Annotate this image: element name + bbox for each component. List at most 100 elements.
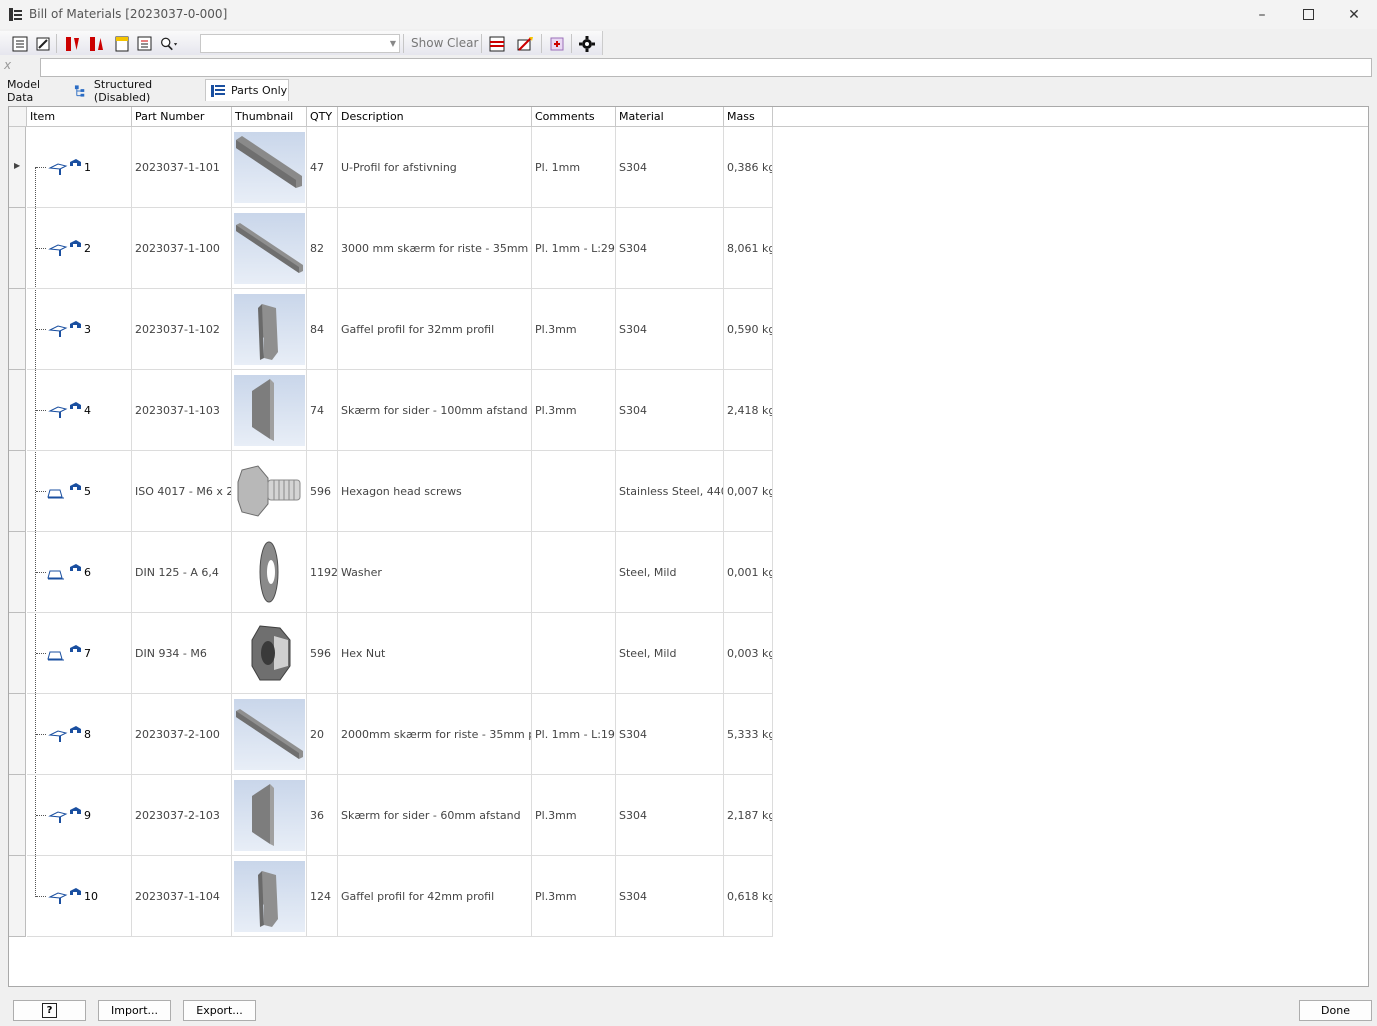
cell-thumbnail[interactable] [232,208,307,289]
cell-comments[interactable]: Pl.3mm [532,775,616,856]
table-row[interactable]: 8 2023037-2-100 20 2000mm skærm for riste -… [9,694,1368,775]
show-button[interactable]: Show [411,36,443,50]
cell-comments[interactable] [532,451,616,532]
table-row[interactable]: 2 2023037-1-100 82 3000 mm skærm for riste … [9,208,1368,289]
cell-part-number[interactable]: 2023037-1-100 [132,208,232,289]
cell-item[interactable]: 5 [27,451,132,532]
cell-thumbnail[interactable] [232,613,307,694]
cell-thumbnail[interactable] [232,856,307,937]
row-header[interactable] [9,775,26,856]
cell-qty[interactable]: 20 [307,694,338,775]
cell-qty[interactable]: 47 [307,127,338,208]
cell-qty[interactable]: 1192 [307,532,338,613]
help-button[interactable]: ? [13,1000,86,1021]
tab-parts-only[interactable]: Parts Only [205,79,289,101]
cell-qty[interactable]: 596 [307,613,338,694]
close-button[interactable]: ✕ [1331,0,1377,29]
cell-description[interactable]: Hex Nut [338,613,532,694]
cell-item[interactable]: 6 [27,532,132,613]
cell-comments[interactable]: Pl. 1mm - L:2990 [532,208,616,289]
cell-material[interactable]: Steel, Mild [616,613,724,694]
cell-item[interactable]: 3 [27,289,132,370]
cell-mass[interactable]: 8,061 kg [724,208,773,289]
row-header[interactable]: ▶ [9,127,26,208]
cell-material[interactable]: S304 [616,208,724,289]
row-header[interactable] [9,370,26,451]
cell-comments[interactable]: Pl. 1mm [532,127,616,208]
cell-material[interactable]: Stainless Steel, 440C [616,451,724,532]
import-button[interactable]: Import... [98,1000,171,1021]
cell-material[interactable]: S304 [616,127,724,208]
column-header-item[interactable]: Item [27,107,132,126]
cell-mass[interactable]: 2,418 kg [724,370,773,451]
cell-mass[interactable]: 0,590 kg [724,289,773,370]
cell-part-number[interactable]: DIN 125 - A 6,4 [132,532,232,613]
maximize-button[interactable] [1285,0,1331,29]
cell-item[interactable]: 1 [27,127,132,208]
find-icon[interactable] [160,35,178,53]
cell-material[interactable]: S304 [616,775,724,856]
cell-thumbnail[interactable] [232,127,307,208]
cell-mass[interactable]: 0,001 kg [724,532,773,613]
column-chooser-icon[interactable] [488,35,506,53]
cell-description[interactable]: Gaffel profil for 32mm profil [338,289,532,370]
cell-item[interactable]: 10 [27,856,132,937]
formula-input[interactable] [40,58,1372,77]
cell-item[interactable]: 9 [27,775,132,856]
cell-comments[interactable] [532,613,616,694]
table-row[interactable]: ▶ 1 2023037-1-101 47 U-Profil for afstivning… [9,127,1368,208]
cell-part-number[interactable]: 2023037-1-104 [132,856,232,937]
row-header[interactable] [9,451,26,532]
row-header[interactable] [9,694,26,775]
cell-material[interactable]: S304 [616,289,724,370]
sort-descending-icon[interactable] [88,35,106,53]
row-header[interactable] [9,856,26,937]
cell-item[interactable]: 2 [27,208,132,289]
view-bom-icon[interactable] [11,35,29,53]
cell-material[interactable]: S304 [616,856,724,937]
cell-comments[interactable] [532,532,616,613]
cell-comments[interactable]: Pl. 1mm - L:1990 [532,694,616,775]
cell-item[interactable]: 4 [27,370,132,451]
column-header-comments[interactable]: Comments [532,107,616,126]
cell-thumbnail[interactable] [232,694,307,775]
gear-icon[interactable] [578,35,596,53]
cell-comments[interactable]: Pl.3mm [532,370,616,451]
cell-mass[interactable]: 2,187 kg [724,775,773,856]
cell-mass[interactable]: 0,386 kg [724,127,773,208]
cell-qty[interactable]: 124 [307,856,338,937]
table-row[interactable]: 7 DIN 934 - M6 596 Hex Nut Steel, Mild 0,003 … [9,613,1368,694]
minimize-button[interactable]: – [1239,0,1285,29]
cell-material[interactable]: S304 [616,370,724,451]
cell-part-number[interactable]: 2023037-1-101 [132,127,232,208]
cell-description[interactable]: 2000mm skærm for riste - 35mm profil [338,694,532,775]
cell-description[interactable]: Washer [338,532,532,613]
cell-thumbnail[interactable] [232,451,307,532]
cell-part-number[interactable]: DIN 934 - M6 [132,613,232,694]
table-row[interactable]: 10 2023037-1-104 124 Gaffel profil for 42mm… [9,856,1368,937]
sort-ascending-icon[interactable] [64,35,82,53]
cell-material[interactable]: S304 [616,694,724,775]
cell-thumbnail[interactable] [232,289,307,370]
function-icon[interactable]: x [4,58,34,76]
part-number-merge-icon[interactable] [516,35,534,53]
row-header[interactable] [9,532,26,613]
cell-mass[interactable]: 0,007 kg [724,451,773,532]
cell-mass[interactable]: 0,003 kg [724,613,773,694]
table-row[interactable]: 5 ISO 4017 - M6 x 20 596 Hexagon head screw… [9,451,1368,532]
cell-description[interactable]: U-Profil for afstivning [338,127,532,208]
row-header[interactable] [9,613,26,694]
edit-bom-icon[interactable] [34,35,52,53]
cell-part-number[interactable]: 2023037-1-103 [132,370,232,451]
clear-button[interactable]: Clear [447,36,478,50]
table-row[interactable]: 4 2023037-1-103 74 Skærm for sider - 100mm … [9,370,1368,451]
column-header-part-number[interactable]: Part Number [132,107,232,126]
cell-part-number[interactable]: 2023037-2-100 [132,694,232,775]
cell-item[interactable]: 7 [27,613,132,694]
cell-description[interactable]: Gaffel profil for 42mm profil [338,856,532,937]
filter-combo[interactable]: ▼ [200,34,400,53]
column-header-material[interactable]: Material [616,107,724,126]
done-button[interactable]: Done [1299,1000,1372,1021]
table-row[interactable]: 3 2023037-1-102 84 Gaffel profil for 32mm p… [9,289,1368,370]
cell-part-number[interactable]: 2023037-2-103 [132,775,232,856]
